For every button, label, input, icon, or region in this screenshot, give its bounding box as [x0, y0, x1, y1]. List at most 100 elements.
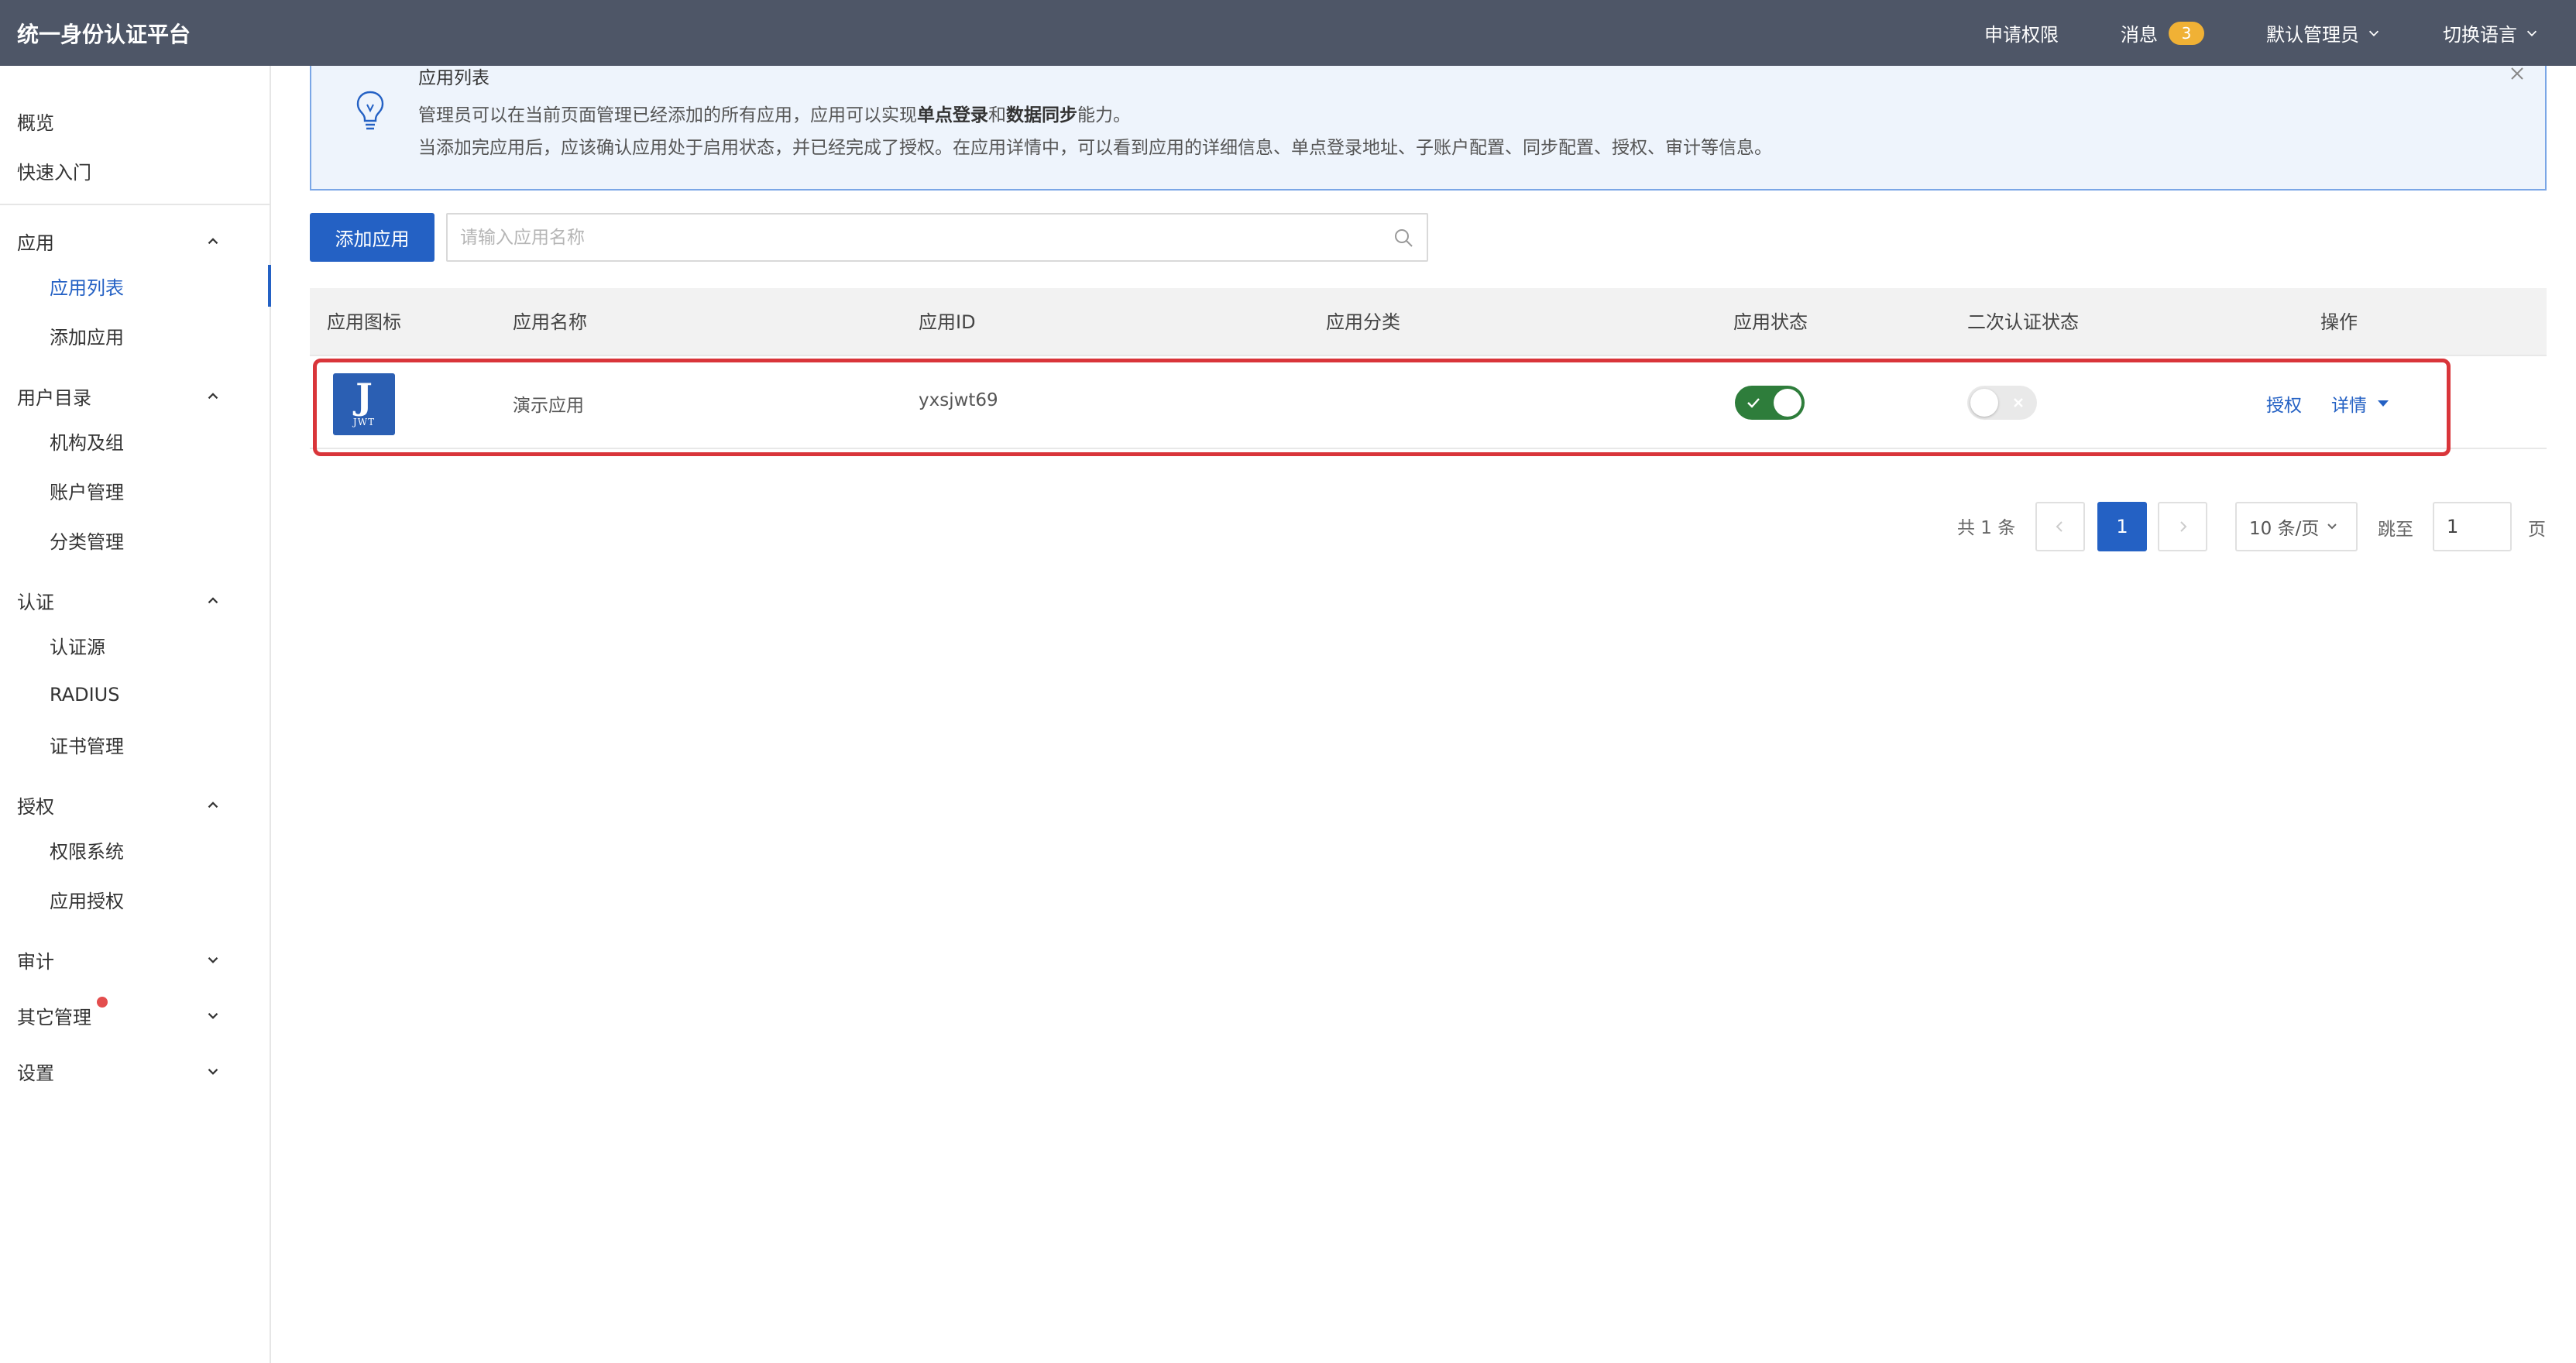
chevron-down-icon: [208, 1069, 218, 1075]
prev-page-button[interactable]: [2035, 502, 2085, 551]
sidebar-group-label: 认证: [17, 591, 54, 613]
sidebar-group-authorization[interactable]: 授权: [0, 784, 270, 826]
active-indicator: [268, 265, 271, 307]
messages-label: 消息: [2121, 24, 2158, 46]
sidebar-item-label: 快速入门: [17, 161, 91, 184]
close-icon: [2014, 398, 2023, 407]
sidebar-group-label: 设置: [17, 1062, 54, 1084]
sidebar-item-categories[interactable]: 分类管理: [0, 519, 270, 561]
page-size-label: 10 条/页: [2249, 519, 2320, 539]
sidebar-item-label: RADIUS: [50, 684, 120, 706]
search-icon[interactable]: [1393, 227, 1414, 249]
jump-label: 跳至: [2378, 520, 2413, 540]
app-logo: J JWT: [333, 373, 395, 435]
chevron-up-icon: [208, 597, 218, 604]
column-header-mfa-status: 二次认证状态: [1967, 311, 2079, 333]
info-notice: 应用列表 管理员可以在当前页面管理已经添加的所有应用，应用可以实现单点登录和数据…: [310, 66, 2547, 191]
jump-page-input[interactable]: [2433, 502, 2512, 551]
detail-dropdown[interactable]: 详情: [2331, 390, 2390, 417]
mfa-status-toggle[interactable]: [1967, 386, 2037, 420]
chevron-up-icon: [208, 238, 218, 245]
sidebar-group-label: 其它管理: [17, 1006, 91, 1028]
app-id: yxsjwt69: [919, 390, 998, 410]
sidebar-item-label: 应用列表: [50, 276, 124, 299]
app-name: 演示应用: [513, 396, 584, 416]
pagination-total: 共 1 条: [1957, 518, 2016, 538]
chevron-left-icon: [2056, 521, 2063, 532]
sidebar-item-label: 分类管理: [50, 530, 124, 553]
sidebar-item-label: 账户管理: [50, 481, 124, 503]
chevron-down-icon: [208, 957, 218, 963]
chevron-right-icon: [2180, 521, 2187, 532]
close-icon[interactable]: [2508, 64, 2526, 83]
sidebar-item-app-authorization[interactable]: 应用授权: [0, 878, 270, 920]
app-logo-caption: JWT: [352, 417, 376, 427]
sidebar-item-label: 认证源: [50, 636, 105, 658]
chevron-up-icon: [208, 802, 218, 809]
sidebar-group-settings[interactable]: 设置: [0, 1050, 270, 1092]
sidebar-item-label: 应用授权: [50, 890, 124, 912]
notice-title: 应用列表: [418, 68, 489, 88]
apply-permission-label: 申请权限: [1984, 24, 2059, 46]
table-row: J JWT 演示应用 yxsjwt69 授权 详情: [310, 356, 2547, 449]
search-input[interactable]: [460, 219, 1358, 256]
sidebar-item-label: 概览: [17, 112, 54, 134]
sidebar-item-app-list[interactable]: 应用列表: [0, 265, 271, 307]
sidebar-group-apps[interactable]: 应用: [0, 220, 270, 262]
search-box: [446, 213, 1428, 262]
authorize-link[interactable]: 授权: [2266, 390, 2302, 417]
page-button-current[interactable]: 1: [2097, 502, 2147, 551]
sidebar-group-user-directory[interactable]: 用户目录: [0, 375, 270, 417]
column-header-app-id: 应用ID: [919, 311, 976, 333]
table-header: 应用图标 应用名称 应用ID 应用分类 应用状态 二次认证状态 操作: [310, 288, 2547, 356]
language-menu[interactable]: 切换语言: [2443, 19, 2539, 46]
sidebar: 概览 快速入门 应用 应用列表 添加应用 用户目录 机构及组 账户管理 分类管理…: [0, 66, 271, 1363]
sidebar-group-label: 审计: [17, 950, 54, 973]
app-status-toggle[interactable]: [1735, 386, 1805, 420]
messages-count-badge: 3: [2169, 21, 2204, 45]
column-header-icon: 应用图标: [327, 311, 401, 333]
sidebar-group-audit[interactable]: 审计: [0, 939, 270, 980]
detail-label: 详情: [2331, 396, 2367, 416]
messages-link[interactable]: 消息 3: [2121, 19, 2204, 46]
add-app-button[interactable]: 添加应用: [310, 213, 434, 262]
sidebar-item-label: 证书管理: [50, 735, 124, 757]
page-unit-label: 页: [2528, 520, 2546, 540]
next-page-button[interactable]: [2158, 502, 2207, 551]
sidebar-item-label: 添加应用: [50, 326, 124, 348]
sidebar-item-quickstart[interactable]: 快速入门: [0, 149, 270, 191]
sidebar-item-label: 权限系统: [50, 840, 124, 863]
apply-permission-link[interactable]: 申请权限: [1984, 19, 2059, 46]
sidebar-item-accounts[interactable]: 账户管理: [0, 469, 270, 511]
sidebar-item-add-app[interactable]: 添加应用: [0, 314, 270, 356]
sidebar-item-auth-sources[interactable]: 认证源: [0, 624, 270, 666]
sidebar-group-other-management[interactable]: 其它管理: [0, 994, 270, 1036]
top-actions: 申请权限 消息 3 默认管理员 切换语言: [1922, 0, 2539, 66]
admin-label: 默认管理员: [2266, 24, 2359, 46]
sidebar-item-permission-system[interactable]: 权限系统: [0, 829, 270, 870]
app-logo-letter: J: [355, 376, 373, 417]
sidebar-group-auth[interactable]: 认证: [0, 579, 270, 621]
brand-title: 统一身份认证平台: [17, 21, 191, 47]
notice-line-1: 管理员可以在当前页面管理已经添加的所有应用，应用可以实现单点登录和数据同步能力。: [418, 100, 1131, 126]
sidebar-divider: [0, 204, 270, 205]
chevron-down-icon: [2327, 524, 2337, 530]
lightbulb-icon: [356, 91, 384, 130]
sidebar-item-certificates[interactable]: 证书管理: [0, 723, 270, 765]
page-size-select[interactable]: 10 条/页: [2235, 502, 2358, 551]
check-icon: [1747, 398, 1760, 408]
admin-menu[interactable]: 默认管理员: [2266, 19, 2381, 46]
toggle-knob: [1774, 389, 1801, 417]
column-header-actions: 操作: [2320, 311, 2358, 333]
notice-bold-sso: 单点登录: [917, 105, 988, 125]
sidebar-item-overview[interactable]: 概览: [0, 100, 270, 142]
notice-text: 和: [988, 105, 1006, 125]
sidebar-item-radius[interactable]: RADIUS: [0, 674, 270, 716]
sidebar-item-orgs-groups[interactable]: 机构及组: [0, 420, 270, 462]
column-header-status: 应用状态: [1733, 311, 1808, 333]
chevron-down-icon: [2526, 30, 2537, 36]
sidebar-group-label: 应用: [17, 232, 54, 254]
chevron-down-icon: [2368, 30, 2379, 36]
notice-bold-sync: 数据同步: [1006, 105, 1077, 125]
chevron-up-icon: [208, 393, 218, 400]
